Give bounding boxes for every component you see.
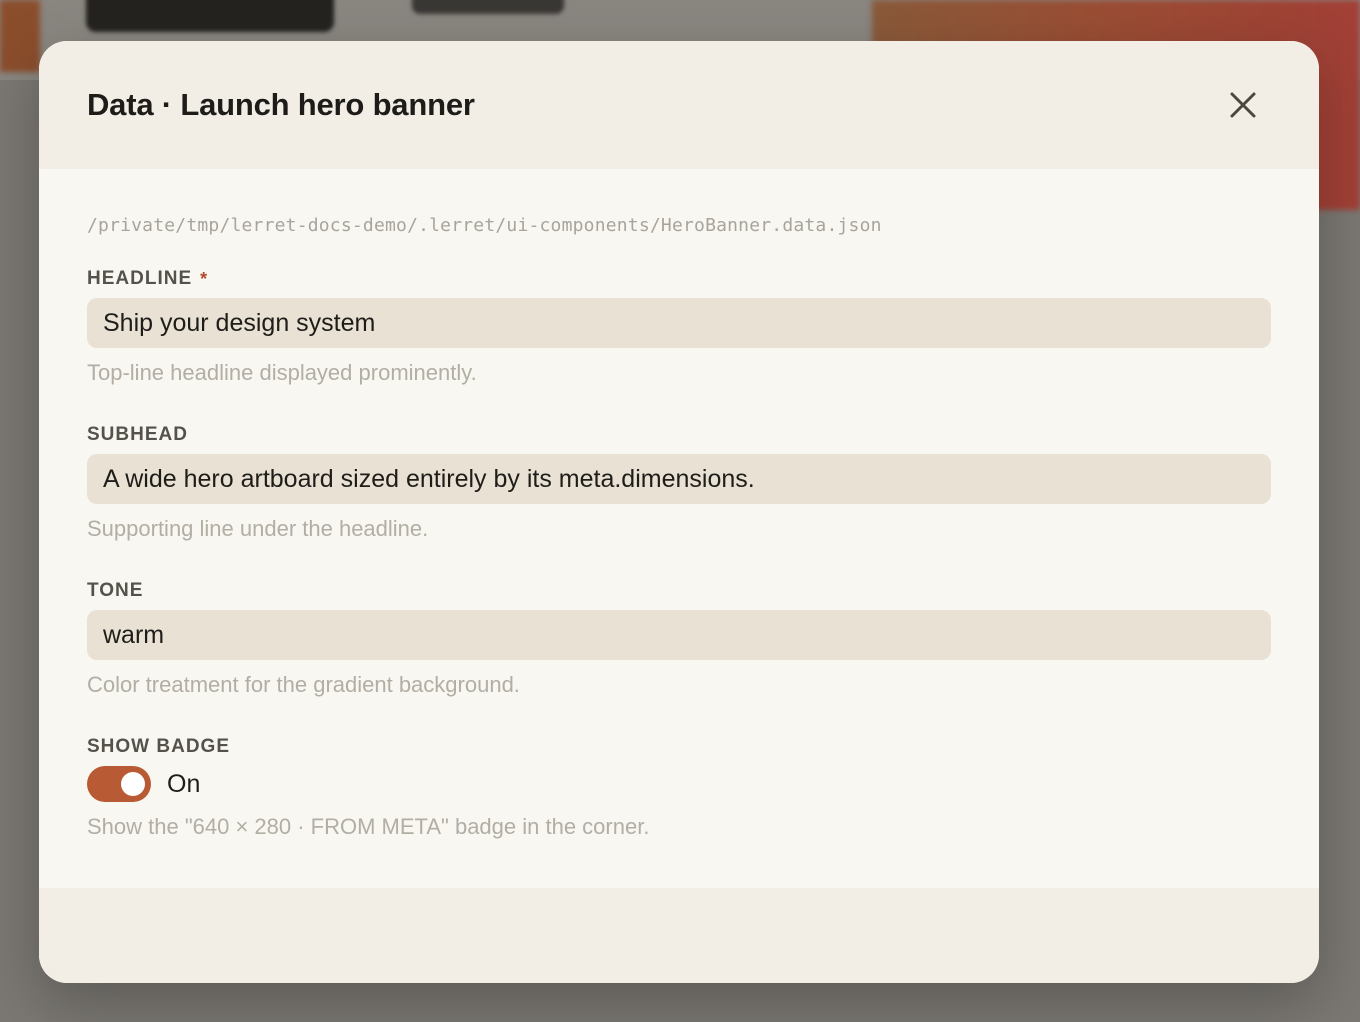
toggle-state-label: On xyxy=(167,769,201,798)
field-label: TONE xyxy=(87,580,1271,602)
close-button[interactable] xyxy=(1223,85,1263,125)
backdrop-button xyxy=(86,0,334,32)
backdrop-button-secondary xyxy=(412,0,564,14)
field-help: Show the "640 × 280 · FROM META" badge i… xyxy=(87,814,650,839)
field-label: HEADLINE * xyxy=(87,268,1271,290)
field-label-text: SUBHEAD xyxy=(87,424,188,445)
required-marker: * xyxy=(200,268,209,289)
field-label: SUBHEAD xyxy=(87,424,1271,446)
field-label-text: TONE xyxy=(87,580,144,601)
toggle-row: On xyxy=(87,766,1271,802)
subhead-input[interactable]: A wide hero artboard sized entirely by i… xyxy=(87,454,1271,504)
field-help: Top-line headline displayed prominently. xyxy=(87,360,477,385)
field-help: Supporting line under the headline. xyxy=(87,516,429,541)
dialog-title: Data · Launch hero banner xyxy=(87,87,475,122)
dialog-body: /private/tmp/lerret-docs-demo/.lerret/ui… xyxy=(39,169,1319,888)
headline-input[interactable]: Ship your design system xyxy=(87,298,1271,348)
field-tone: TONE warm Color treatment for the gradie… xyxy=(87,580,1271,698)
close-icon xyxy=(1230,92,1256,118)
backdrop-accent xyxy=(0,0,40,72)
field-subhead: SUBHEAD A wide hero artboard sized entir… xyxy=(87,424,1271,542)
field-help: Color treatment for the gradient backgro… xyxy=(87,672,520,697)
dialog-header: Data · Launch hero banner xyxy=(39,41,1319,169)
tone-input[interactable]: warm xyxy=(87,610,1271,660)
show-badge-toggle[interactable] xyxy=(87,766,151,802)
field-label-text: SHOW BADGE xyxy=(87,736,230,757)
data-dialog: Data · Launch hero banner /private/tmp/l… xyxy=(39,41,1319,983)
file-path: /private/tmp/lerret-docs-demo/.lerret/ui… xyxy=(87,215,882,236)
field-headline: HEADLINE * Ship your design system Top-l… xyxy=(87,268,1271,386)
toggle-knob xyxy=(121,772,145,796)
field-label: SHOW BADGE xyxy=(87,736,1271,758)
dialog-footer xyxy=(39,888,1319,983)
field-label-text: HEADLINE xyxy=(87,268,193,289)
field-show-badge: SHOW BADGE On Show the "640 × 280 · FROM… xyxy=(87,736,1271,840)
